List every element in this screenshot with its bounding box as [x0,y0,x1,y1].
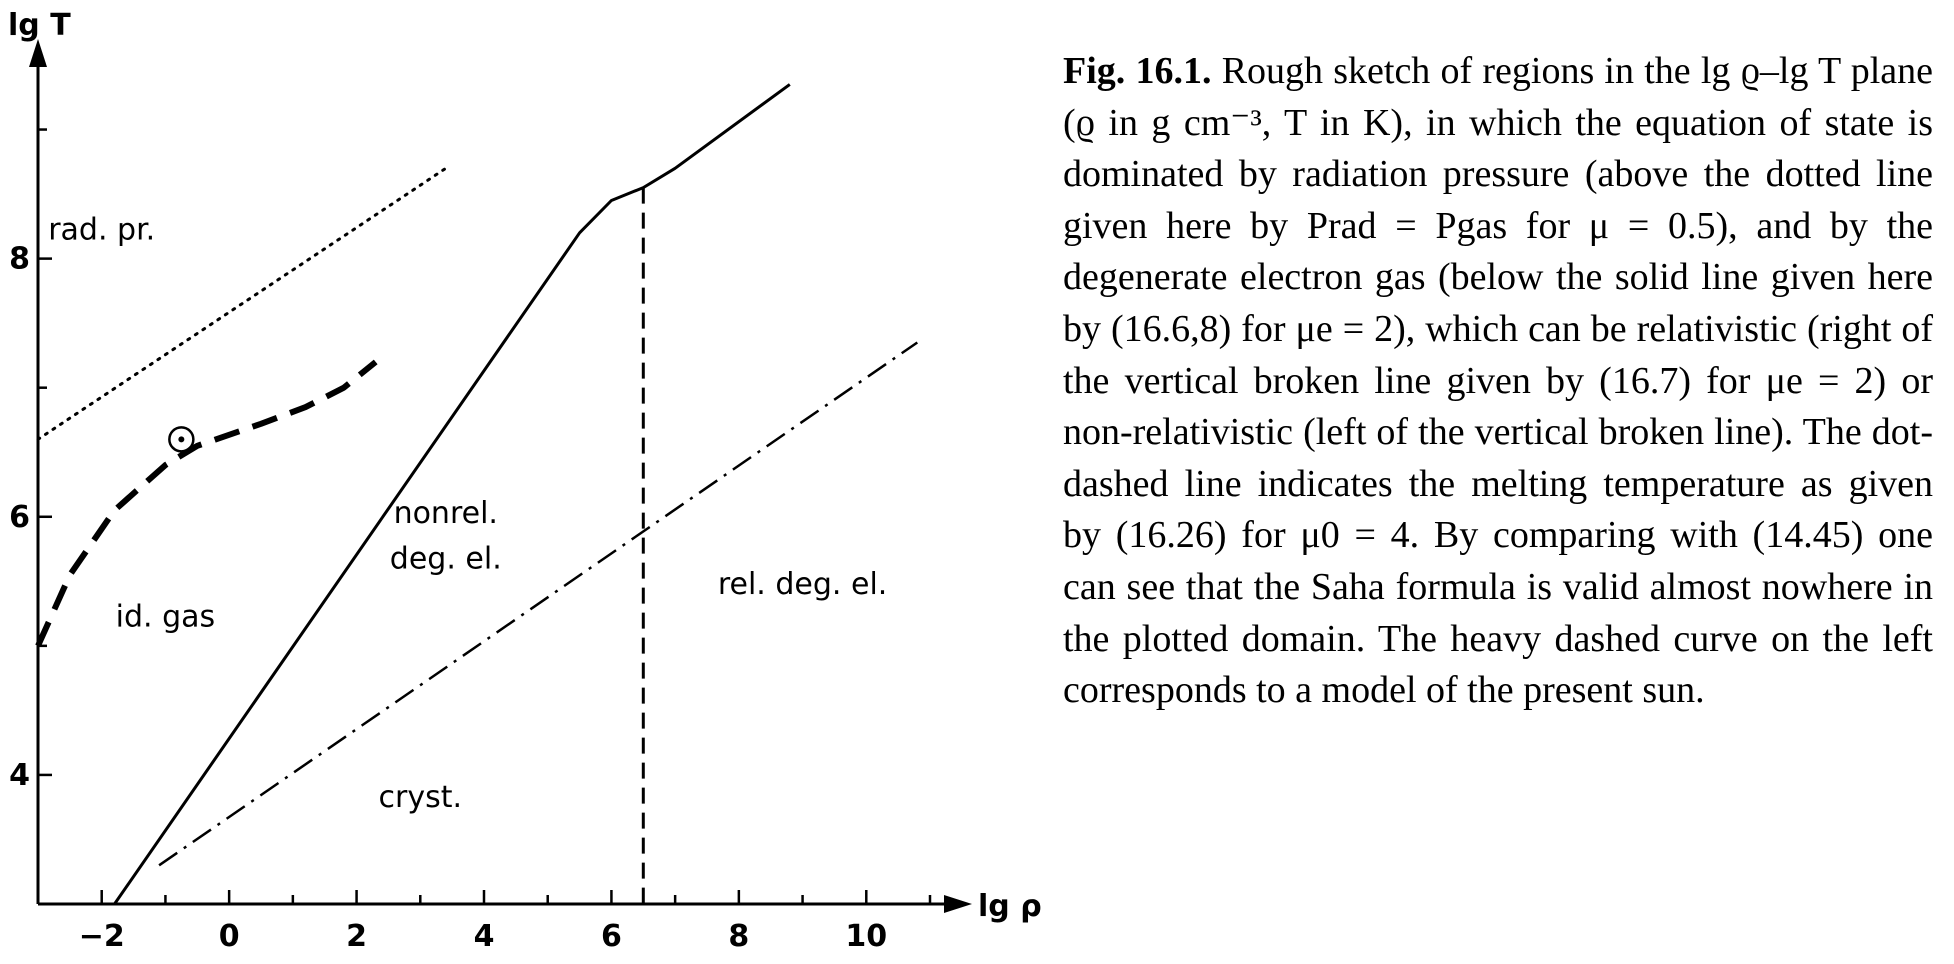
region-label: deg. el. [390,541,502,576]
y-tick-label: 4 [9,758,30,793]
region-label: rad. pr. [48,212,155,247]
region-label: id. gas [116,599,216,634]
caption-label: Fig. 16.1. [1063,50,1212,92]
annotation-layer: rad. pr. id. gas nonrel. deg. el. rel. deg. … [48,212,887,815]
x-tick-label: −2 [79,919,125,954]
x-axis-arrow [944,895,972,913]
x-tick-label: 10 [845,919,887,954]
y-axis-arrow [29,39,47,67]
axes: −2 0 2 4 6 8 10 4 6 8 lg ρ lg T [8,8,1042,954]
sun-marker-dot [178,436,185,443]
y-tick-label: 8 [9,242,30,277]
series-dotted-line [36,166,448,441]
x-axis-title: lg ρ [978,889,1042,924]
x-tick-label: 6 [601,919,622,954]
region-label: rel. deg. el. [718,567,887,602]
figure-caption: Fig. 16.1. Rough sketch of regions in th… [1063,46,1933,717]
series-layer [35,83,919,905]
caption-text: Rough sketch of regions in the lg ϱ–lg T… [1063,50,1933,712]
x-tick-label: 4 [474,919,495,954]
x-tick-label: 2 [346,919,367,954]
y-tick-label: 6 [9,500,30,535]
y-axis-title: lg T [8,8,71,43]
region-label: nonrel. [394,496,498,531]
x-tick-label: 0 [219,919,240,954]
region-label: cryst. [379,780,463,815]
x-tick-label: 8 [728,919,749,954]
